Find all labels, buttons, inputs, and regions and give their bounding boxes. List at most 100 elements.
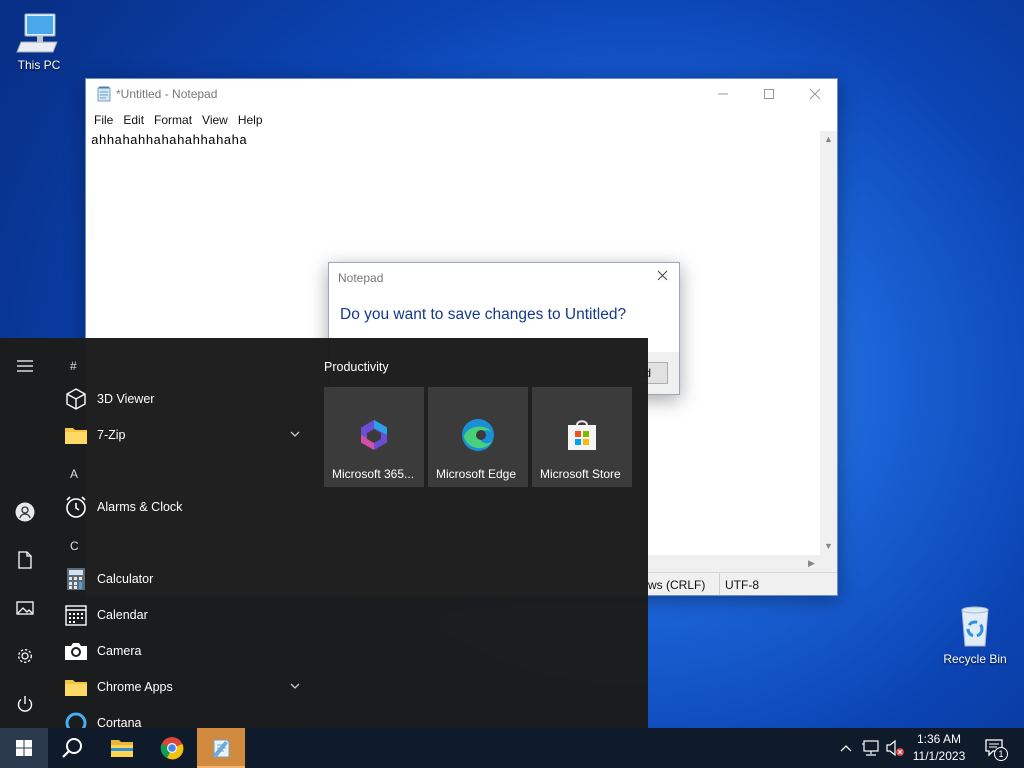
notepad-icon (213, 739, 230, 758)
tile-label: Microsoft Edge (436, 467, 517, 481)
cube-icon (63, 386, 89, 412)
app-label: Alarms & Clock (97, 500, 183, 514)
dialog-close-button[interactable] (651, 266, 673, 288)
section-header[interactable]: A (70, 467, 78, 481)
close-icon (657, 270, 667, 281)
volume-muted-icon (886, 739, 904, 757)
tile-label: Microsoft 365... (332, 467, 415, 481)
computer-icon (15, 8, 63, 56)
camera-icon (63, 638, 89, 664)
line-ending-status: ws (CRLF) (648, 578, 706, 592)
app-3d-viewer[interactable]: 3D Viewer (60, 381, 310, 417)
desktop-icon-this-pc[interactable]: This PC (2, 8, 76, 72)
desktop-icon-label: This PC (17, 58, 61, 72)
menu-edit[interactable]: Edit (118, 109, 149, 131)
app-label: 7-Zip (97, 428, 126, 442)
show-hidden-icons-button[interactable] (836, 728, 856, 768)
app-cortana[interactable]: Cortana (60, 705, 310, 728)
volume-button[interactable] (884, 728, 906, 768)
expand-button[interactable] (0, 344, 50, 388)
app-label: Cortana (97, 716, 142, 728)
close-icon (809, 88, 821, 100)
vertical-scrollbar[interactable]: ▲ ▼ (820, 131, 837, 572)
minimize-icon (718, 93, 728, 95)
tile-label: Microsoft Store (540, 467, 621, 481)
notepad-taskbar-button[interactable] (197, 728, 245, 768)
search-button[interactable] (48, 728, 96, 768)
file-explorer-icon (111, 740, 133, 757)
maximize-icon (764, 89, 774, 99)
desktop-icon-label: Recycle Bin (943, 652, 1007, 666)
menu-format[interactable]: Format (149, 109, 197, 131)
notification-badge: 1 (994, 747, 1008, 761)
title-bar[interactable]: *Untitled - Notepad (86, 79, 837, 109)
start-button[interactable] (0, 728, 48, 768)
tile-microsoft-edge[interactable]: Microsoft Edge (428, 387, 528, 487)
app-calculator[interactable]: Calculator (60, 561, 310, 597)
app-chrome-apps[interactable]: Chrome Apps (60, 669, 310, 705)
app-label: Calendar (97, 608, 148, 622)
scroll-down-icon[interactable]: ▼ (820, 538, 837, 555)
menu-file[interactable]: File (89, 109, 118, 131)
clock-date: 11/1/2023 (912, 749, 966, 763)
documents-button[interactable] (0, 538, 50, 582)
app-7-zip[interactable]: 7-Zip (60, 417, 310, 453)
calendar-icon (63, 602, 89, 628)
start-icon (16, 740, 32, 756)
store-icon (568, 420, 596, 450)
pictures-button[interactable] (0, 586, 50, 630)
app-label: Chrome Apps (97, 680, 173, 694)
chevron-up-icon (840, 745, 852, 752)
menu-view[interactable]: View (197, 109, 233, 131)
dialog-message: Do you want to save changes to Untitled? (340, 306, 627, 323)
action-center-button[interactable]: 1 (978, 728, 1012, 768)
taskbar: 1:36 AM 11/1/2023 1 (0, 728, 1024, 768)
documents-icon (18, 551, 32, 569)
app-label: 3D Viewer (97, 392, 155, 406)
tile-microsoft-365[interactable]: Microsoft 365... (324, 387, 424, 487)
app-calendar[interactable]: Calendar (60, 597, 310, 633)
chevron-down-icon[interactable] (290, 681, 300, 691)
settings-icon (18, 649, 32, 663)
power-button[interactable] (0, 682, 50, 726)
app-camera[interactable]: Camera (60, 633, 310, 669)
start-rail (0, 338, 50, 728)
folder-icon (63, 422, 89, 448)
tile-microsoft-store[interactable]: Microsoft Store (532, 387, 632, 487)
cortana-icon (63, 710, 89, 728)
app-list[interactable]: # 3D Viewer 7-Zip A Alarms & Clock C Cal… (50, 338, 310, 728)
search-icon (62, 738, 82, 758)
app-label: Calculator (97, 572, 154, 586)
account-button[interactable] (0, 490, 50, 534)
scroll-right-icon[interactable]: ▶ (803, 555, 820, 572)
scroll-up-icon[interactable]: ▲ (820, 131, 837, 148)
minimize-button[interactable] (700, 79, 746, 109)
chrome-icon (160, 737, 184, 760)
network-icon (862, 740, 879, 756)
pictures-icon (16, 601, 34, 615)
tile-group-header[interactable]: Productivity (324, 360, 389, 374)
chevron-down-icon[interactable] (290, 429, 300, 439)
clock-time: 1:36 AM (916, 732, 962, 746)
menu-icon (17, 360, 33, 372)
close-button[interactable] (792, 79, 838, 109)
window-title: *Untitled - Notepad (116, 87, 218, 101)
calculator-icon (63, 566, 89, 592)
folder-icon (63, 674, 89, 700)
section-header[interactable]: # (70, 359, 77, 373)
section-header[interactable]: C (70, 539, 79, 553)
app-alarms-clock[interactable]: Alarms & Clock (60, 489, 310, 525)
dialog-title: Notepad (338, 271, 384, 285)
menu-help[interactable]: Help (233, 109, 268, 131)
microsoft-365-icon (361, 420, 387, 450)
maximize-button[interactable] (746, 79, 792, 109)
recycle-bin-icon (951, 602, 999, 650)
file-explorer-button[interactable] (98, 728, 146, 768)
desktop-icon-recycle-bin[interactable]: Recycle Bin (938, 602, 1012, 666)
settings-button[interactable] (0, 634, 50, 678)
menu-bar: File Edit Format View Help (86, 109, 837, 131)
app-label: Camera (97, 644, 142, 658)
chrome-button[interactable] (148, 728, 196, 768)
clock[interactable]: 1:36 AM 11/1/2023 (904, 731, 974, 765)
network-button[interactable] (860, 728, 882, 768)
